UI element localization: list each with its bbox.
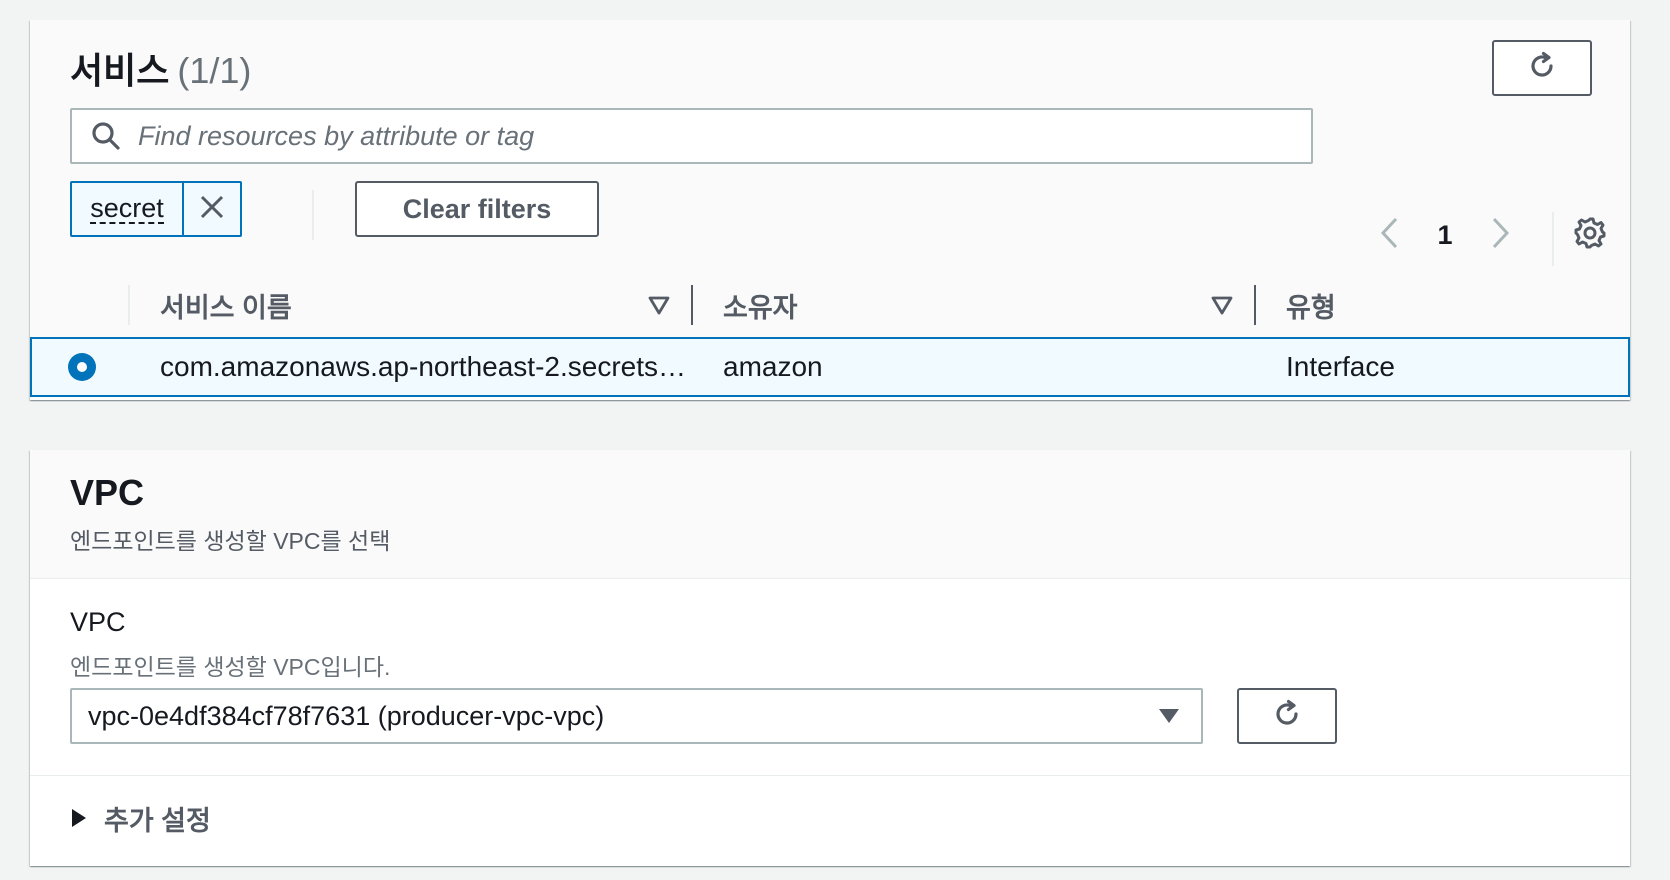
type-cell: Interface: [1286, 351, 1395, 382]
divider: [30, 775, 1630, 776]
vpc-field-label: VPC: [70, 607, 126, 637]
vpc-select[interactable]: vpc-0e4df384cf78f7631 (producer-vpc-vpc): [70, 688, 1203, 744]
search-input[interactable]: [136, 115, 1311, 157]
close-icon: [198, 193, 226, 226]
column-resizer[interactable]: [691, 285, 693, 325]
service-name-cell: com.amazonaws.ap-northeast-2.secrets…: [160, 351, 686, 382]
refresh-button[interactable]: [1492, 40, 1592, 96]
vpc-select-value: vpc-0e4df384cf78f7631 (producer-vpc-vpc): [88, 700, 605, 731]
services-title: 서비스: [70, 50, 170, 91]
filter-token: secret: [70, 181, 242, 237]
table-preferences-button[interactable]: [1565, 210, 1615, 260]
table-row[interactable]: com.amazonaws.ap-northeast-2.secrets… am…: [30, 337, 1630, 397]
next-page-button[interactable]: [1480, 210, 1520, 260]
search-field[interactable]: [70, 108, 1313, 164]
chevron-right-icon: [1489, 216, 1511, 255]
gear-icon: [1573, 216, 1607, 255]
vpc-panel-title: VPC: [70, 472, 145, 513]
caret-down-icon[interactable]: [647, 293, 671, 317]
page-title: 서비스 (1/1): [70, 42, 251, 94]
column-divider: [128, 285, 130, 325]
column-header-owner[interactable]: 소유자: [723, 273, 798, 337]
additional-settings-label: 추가 설정: [104, 805, 211, 836]
row-radio-selected[interactable]: [68, 353, 96, 381]
vpc-panel: VPC 엔드포인트를 생성할 VPC를 선택 VPC 엔드포인트를 생성할 VP…: [30, 450, 1630, 866]
refresh-icon: [1525, 49, 1559, 88]
vpc-panel-header: VPC 엔드포인트를 생성할 VPC를 선택: [30, 450, 1630, 579]
vpc-panel-description: 엔드포인트를 생성할 VPC를 선택: [70, 528, 391, 554]
column-header-service-name[interactable]: 서비스 이름: [160, 273, 292, 337]
caret-down-icon: [1149, 706, 1189, 726]
refresh-vpc-button[interactable]: [1237, 688, 1337, 744]
clear-filters-button[interactable]: Clear filters: [355, 181, 599, 237]
filter-token-remove-button[interactable]: [184, 183, 240, 235]
caret-right-icon: [70, 807, 88, 829]
services-panel: 서비스(1/1) secret Clear filters: [30, 20, 1630, 400]
previous-page-button[interactable]: [1370, 210, 1410, 260]
table-header: 서비스 이름 소유자 유형: [30, 273, 1630, 338]
divider: [1552, 212, 1554, 266]
services-count: (1/1): [177, 50, 252, 91]
refresh-icon: [1270, 697, 1304, 736]
filter-token-label[interactable]: secret: [72, 183, 184, 235]
column-header-type[interactable]: 유형: [1286, 273, 1336, 337]
owner-cell: amazon: [723, 351, 823, 382]
column-resizer[interactable]: [1254, 285, 1256, 325]
vpc-field-description: 엔드포인트를 생성할 VPC입니다.: [70, 654, 391, 680]
search-icon: [86, 116, 126, 156]
services-panel-header: 서비스(1/1) secret Clear filters: [30, 20, 1630, 274]
divider: [312, 190, 314, 240]
additional-settings-toggle[interactable]: 추가 설정: [70, 795, 211, 841]
page-number-button[interactable]: 1: [1425, 210, 1465, 260]
chevron-left-icon: [1379, 216, 1401, 255]
caret-down-icon[interactable]: [1210, 293, 1234, 317]
